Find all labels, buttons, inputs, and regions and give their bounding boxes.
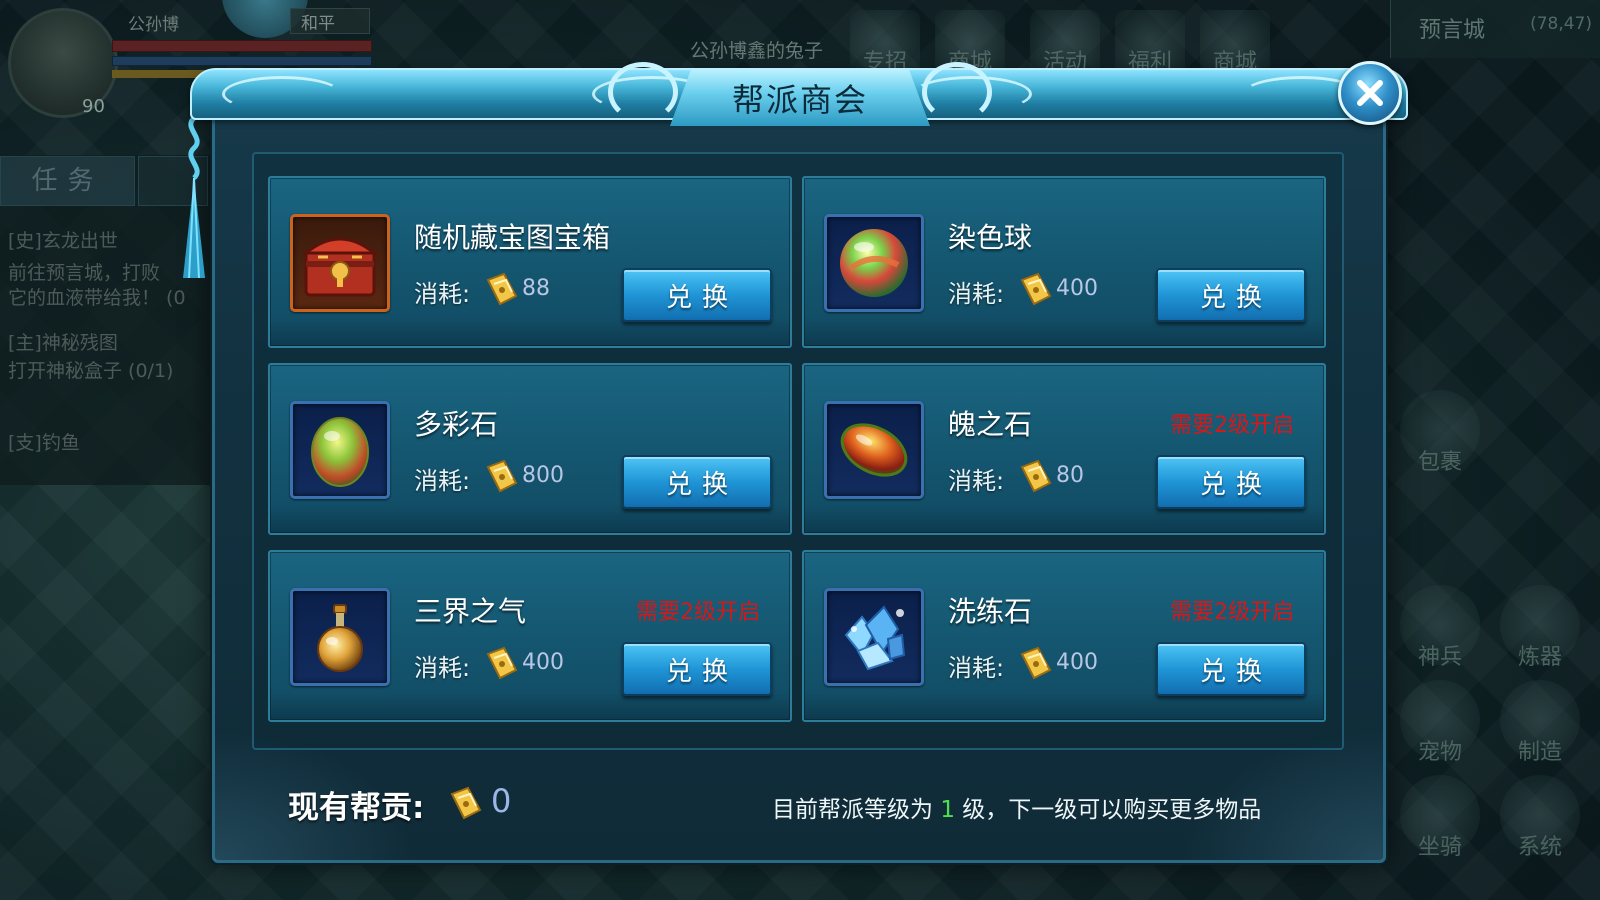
quest-title[interactable]: [史]玄龙出世 [8,226,118,253]
contribution-label: 现有帮贡: [288,790,425,826]
cost-value: 400 [1056,276,1098,301]
soul-stone-icon [840,423,908,477]
exchange-button[interactable]: 兑换 [622,268,772,322]
item-name: 随机藏宝图宝箱 [414,221,611,254]
guild-contribution-token-icon [1020,646,1052,680]
quest-desc: 它的血液带给我！ (0 [8,287,186,309]
level-info-suffix: 级，下一级可以购买更多物品 [954,797,1262,823]
item-icon-frame [290,214,390,312]
item-icon-frame [824,214,924,312]
level-info-prefix: 目前帮派等级为 [772,797,941,823]
dialog-title: 帮派商会 [731,81,868,119]
cost-value: 400 [522,650,564,675]
cost-value: 88 [522,276,550,301]
quest-title[interactable]: [支]钓鱼 [8,428,80,455]
side-menu-icon[interactable]: 宠物 [1400,680,1480,765]
cost-label: 消耗: [414,467,471,495]
lock-requirement: 需要2级开启 [636,600,760,625]
item-name: 多彩石 [414,408,499,441]
exchange-button[interactable]: 兑换 [622,642,772,696]
item-name: 洗练石 [948,595,1033,628]
quest-desc: 前往预言城，打败 [8,262,161,284]
top-menu-icon[interactable]: 福利 [1115,10,1185,76]
guild-contribution-token-icon [1020,272,1052,306]
mp-bar [112,56,372,66]
dye-ball-icon [840,229,908,297]
shop-item-card: 多彩石 消耗: 800 兑换 [268,363,792,535]
side-menu-icon[interactable]: 系统 [1500,775,1580,860]
guild-contribution-token-icon [486,646,518,680]
shop-item-card: 洗练石 消耗: 400 需要2级开启 兑换 [802,550,1326,722]
treasure-chest-icon [301,237,379,297]
target-name: 公孙博鑫的兔子 [690,40,824,62]
close-x-icon [1357,80,1383,106]
horn-ornament-icon [608,62,678,122]
cost-label: 消耗: [948,654,1005,682]
top-menu-icon[interactable]: 活动 [1030,10,1100,76]
lock-requirement: 需要2级开启 [1170,600,1294,625]
exchange-button[interactable]: 兑换 [1156,268,1306,322]
side-menu-icon[interactable]: 坐骑 [1400,775,1480,860]
potion-bottle-icon [317,604,363,672]
item-name: 三界之气 [414,595,527,628]
guild-contribution-token-icon [486,459,518,493]
close-button[interactable] [1338,61,1402,125]
cost-value: 800 [522,463,564,488]
exchange-button[interactable]: 兑换 [1156,455,1306,509]
top-menu-icon[interactable]: 专招 [850,10,920,76]
shop-item-card: 魄之石 消耗: 80 需要2级开启 兑换 [802,363,1326,535]
shop-item-card: 三界之气 消耗: 400 需要2级开启 兑换 [268,550,792,722]
guild-contribution-token-icon [486,272,518,306]
quest-desc: 打开神秘盒子 (0/1) [8,360,174,382]
cost-label: 消耗: [414,654,471,682]
crystal-cluster-icon [844,605,906,671]
player-name: 公孙博 [128,15,179,35]
tab-quests[interactable]: 任务 [0,156,135,206]
item-icon-frame [290,588,390,686]
lock-requirement: 需要2级开启 [1170,413,1294,438]
contribution-value: 0 [491,782,512,820]
side-menu-icon[interactable]: 神兵 [1400,585,1480,670]
side-menu-icon[interactable]: 炼器 [1500,585,1580,670]
shop-item-card: 染色球 消耗: 400 兑换 [802,176,1326,348]
item-name: 染色球 [948,221,1033,254]
exchange-button[interactable]: 兑换 [1156,642,1306,696]
pk-mode-select[interactable]: 和平 [290,8,370,34]
quest-title[interactable]: [主]神秘残图 [8,328,118,355]
guild-level-info: 目前帮派等级为 1 级，下一级可以购买更多物品 [772,790,1261,824]
item-icon-frame [290,401,390,499]
horn-ornament-icon [922,62,992,122]
exchange-button[interactable]: 兑换 [622,455,772,509]
guild-contribution-token-icon [450,786,482,820]
minimap-city-name: 预言城 [1419,18,1486,43]
minimap[interactable]: 预言城 (78,47) [1390,0,1600,58]
item-icon-frame [824,588,924,686]
minimap-coords: (78,47) [1530,14,1592,34]
hp-bar [112,40,372,52]
item-icon-frame [824,401,924,499]
cost-label: 消耗: [414,280,471,308]
guild-level-value: 1 [940,797,955,823]
side-menu-icon[interactable]: 包裹 [1400,390,1480,475]
cost-label: 消耗: [948,467,1005,495]
cost-value: 80 [1056,463,1084,488]
tassel-ornament-icon [183,118,205,279]
top-menu-icon[interactable]: 商城 [1200,10,1270,76]
item-name: 魄之石 [948,408,1033,441]
side-menu-icon[interactable]: 制造 [1500,680,1580,765]
cost-value: 400 [1056,650,1098,675]
dialog-title-plate: 帮派商会 [670,70,930,126]
cost-label: 消耗: [948,280,1005,308]
ornament-icon [222,76,342,112]
guild-contribution-token-icon [1020,459,1052,493]
shop-item-card: 随机藏宝图宝箱 消耗: 88 兑换 [268,176,792,348]
player-level: 90 [82,96,105,117]
colorful-stone-icon [311,417,369,487]
